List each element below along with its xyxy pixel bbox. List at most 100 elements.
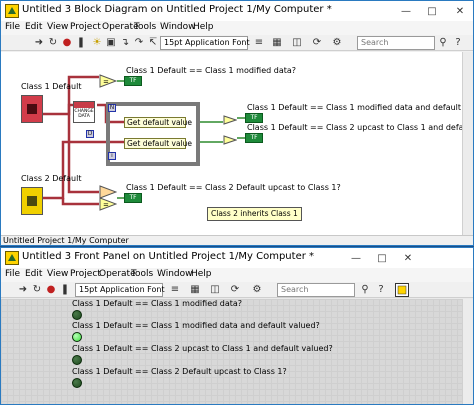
reorder-icon[interactable]: ⟳ <box>311 37 323 49</box>
step-out-icon[interactable]: ↸ <box>147 37 159 49</box>
class2-constant[interactable] <box>21 187 43 215</box>
menu-file[interactable]: File <box>5 22 20 32</box>
bd-status-bar: Untitled Project 1/My Computer <box>1 235 473 245</box>
output-label-4: Class 1 Default == Class 2 Default upcas… <box>126 183 341 192</box>
fp-reorder-icon[interactable]: ⟳ <box>229 284 241 296</box>
fp-menu-edit[interactable]: Edit <box>25 269 42 279</box>
close-button[interactable]: ✕ <box>447 1 473 21</box>
led-indicator-3[interactable] <box>72 355 82 365</box>
fp-maximize-button[interactable]: □ <box>369 248 395 268</box>
menu-project[interactable]: Project <box>70 22 101 32</box>
fp-distribute-objects-icon[interactable]: ▦ <box>189 284 201 296</box>
fp-vertical-scrollbar[interactable] <box>462 299 473 404</box>
fp-menu-file[interactable]: File <box>5 269 20 279</box>
fp-close-button[interactable]: ✕ <box>395 248 421 268</box>
fp-window-title: Untitled 3 Front Panel on Untitled Proje… <box>22 251 315 262</box>
iteration-terminal: i <box>108 152 116 160</box>
highlight-execution-icon[interactable]: ☀ <box>91 37 103 49</box>
change-data-label: CHANGE DATA <box>74 109 94 119</box>
fp-menu-project[interactable]: Project <box>70 269 101 279</box>
retain-wire-values-icon[interactable]: ▣ <box>105 37 117 49</box>
fp-run-continuously-icon[interactable]: ↻ <box>31 284 43 296</box>
led-indicator-1[interactable] <box>72 310 82 320</box>
search-icon[interactable]: ⚲ <box>437 37 449 49</box>
output-label-3: Class 1 Default == Class 2 upcast to Cla… <box>247 123 474 132</box>
help-icon[interactable]: ? <box>452 37 464 49</box>
fp-help-icon[interactable]: ? <box>375 284 387 296</box>
fp-menu-view[interactable]: View <box>47 269 68 279</box>
run-continuously-icon[interactable]: ↻ <box>47 37 59 49</box>
front-panel-window: Untitled 3 Front Panel on Untitled Proje… <box>0 247 474 405</box>
project-path: Untitled Project 1/My Computer <box>3 236 129 245</box>
fp-menu-tools[interactable]: Tools <box>131 269 153 279</box>
comment-label: Class 2 inherits Class 1 <box>207 207 302 221</box>
change-data-subvi[interactable]: CHANGE DATA <box>73 101 95 123</box>
equal-node-1[interactable]: = <box>99 74 117 88</box>
class1-default-label: Class 1 Default <box>21 82 82 91</box>
fp-indicator-label-4: Class 1 Default == Class 2 Default upcas… <box>72 367 287 376</box>
fp-font-selector[interactable]: 15pt Application Font <box>75 283 165 297</box>
run-arrow-icon[interactable]: ➜ <box>33 37 45 49</box>
led-indicator-2[interactable] <box>72 332 82 342</box>
align-objects-icon[interactable]: ≡ <box>253 37 265 49</box>
fp-run-arrow-icon[interactable]: ➜ <box>17 284 29 296</box>
fp-toolbar: ➜ ↻ ● ❚ 15pt Application Font ≡ ▦ ◫ ⟳ ⚙ … <box>1 282 473 298</box>
fp-cleanup-icon[interactable]: ⚙ <box>251 284 263 296</box>
menu-tools[interactable]: Tools <box>134 22 156 32</box>
cleanup-diagram-icon[interactable]: ⚙ <box>331 37 343 49</box>
block-diagram-window: Untitled 3 Block Diagram on Untitled Pro… <box>0 0 474 246</box>
indicator-terminal-2[interactable]: TF <box>245 113 263 123</box>
indicator-terminal-4[interactable]: TF <box>124 193 142 203</box>
fp-title-bar[interactable]: Untitled 3 Front Panel on Untitled Proje… <box>1 248 473 268</box>
menu-view[interactable]: View <box>47 22 68 32</box>
bd-title-bar[interactable]: Untitled 3 Block Diagram on Untitled Pro… <box>1 1 473 21</box>
loop-count-terminal[interactable]: N <box>108 104 116 112</box>
class1-constant[interactable] <box>21 95 43 123</box>
block-diagram-icon <box>5 4 19 18</box>
resize-objects-icon[interactable]: ◫ <box>291 37 303 49</box>
output-label-2: Class 1 Default == Class 1 modified data… <box>247 103 474 112</box>
font-selector[interactable]: 15pt Application Font <box>160 36 250 50</box>
fp-indicator-label-2: Class 1 Default == Class 1 modified data… <box>72 321 320 330</box>
fp-resize-objects-icon[interactable]: ◫ <box>209 284 221 296</box>
menu-edit[interactable]: Edit <box>25 22 42 32</box>
menu-window[interactable]: Window <box>160 22 196 32</box>
bd-window-title: Untitled 3 Block Diagram on Untitled Pro… <box>22 4 332 15</box>
equal-node-4[interactable]: = <box>99 197 117 211</box>
equal-node-2[interactable] <box>223 115 237 125</box>
fp-minimize-button[interactable]: — <box>343 248 369 268</box>
fp-search-icon[interactable]: ⚲ <box>359 284 371 296</box>
get-default-value-node-2[interactable]: Get default value <box>124 138 192 149</box>
fp-indicator-label-1: Class 1 Default == Class 1 modified data… <box>72 299 243 308</box>
equal-node-3[interactable] <box>223 135 237 145</box>
menu-help[interactable]: Help <box>193 22 214 32</box>
fp-menu-window[interactable]: Window <box>157 269 193 279</box>
vi-connector-icon[interactable] <box>395 283 409 297</box>
search-input[interactable]: Search <box>357 36 435 50</box>
front-panel-canvas[interactable]: Class 1 Default == Class 1 modified data… <box>1 299 463 404</box>
fp-pause-icon[interactable]: ❚ <box>59 284 71 296</box>
fp-menu-bar: File Edit View Project Operate Tools Win… <box>1 268 473 282</box>
distribute-objects-icon[interactable]: ▦ <box>271 37 283 49</box>
fp-abort-icon[interactable]: ● <box>45 284 57 296</box>
abort-icon[interactable]: ● <box>61 37 73 49</box>
pause-icon[interactable]: ❚ <box>75 37 87 49</box>
bd-vertical-scrollbar[interactable] <box>462 52 473 235</box>
indicator-terminal-1[interactable]: TF <box>124 76 142 86</box>
fp-indicator-label-3: Class 1 Default == Class 2 upcast to Cla… <box>72 344 333 353</box>
bd-menu-bar: File Edit View Project Operate Tools Win… <box>1 21 473 35</box>
block-diagram-canvas[interactable]: Class 1 Default Class 2 Default CHANGE D… <box>1 52 473 235</box>
step-into-icon[interactable]: ↴ <box>119 37 131 49</box>
dynamic-dispatch-terminal: D <box>86 130 94 138</box>
svg-text:=: = <box>103 201 109 209</box>
fp-menu-help[interactable]: Help <box>191 269 212 279</box>
minimize-button[interactable]: — <box>393 1 419 21</box>
fp-align-objects-icon[interactable]: ≡ <box>169 284 181 296</box>
step-over-icon[interactable]: ↷ <box>133 37 145 49</box>
fp-search-input[interactable]: Search <box>277 283 355 297</box>
indicator-terminal-3[interactable]: TF <box>245 133 263 143</box>
maximize-button[interactable]: □ <box>419 1 445 21</box>
while-loop[interactable] <box>106 102 200 166</box>
get-default-value-node-1[interactable]: Get default value <box>124 117 192 128</box>
led-indicator-4[interactable] <box>72 378 82 388</box>
